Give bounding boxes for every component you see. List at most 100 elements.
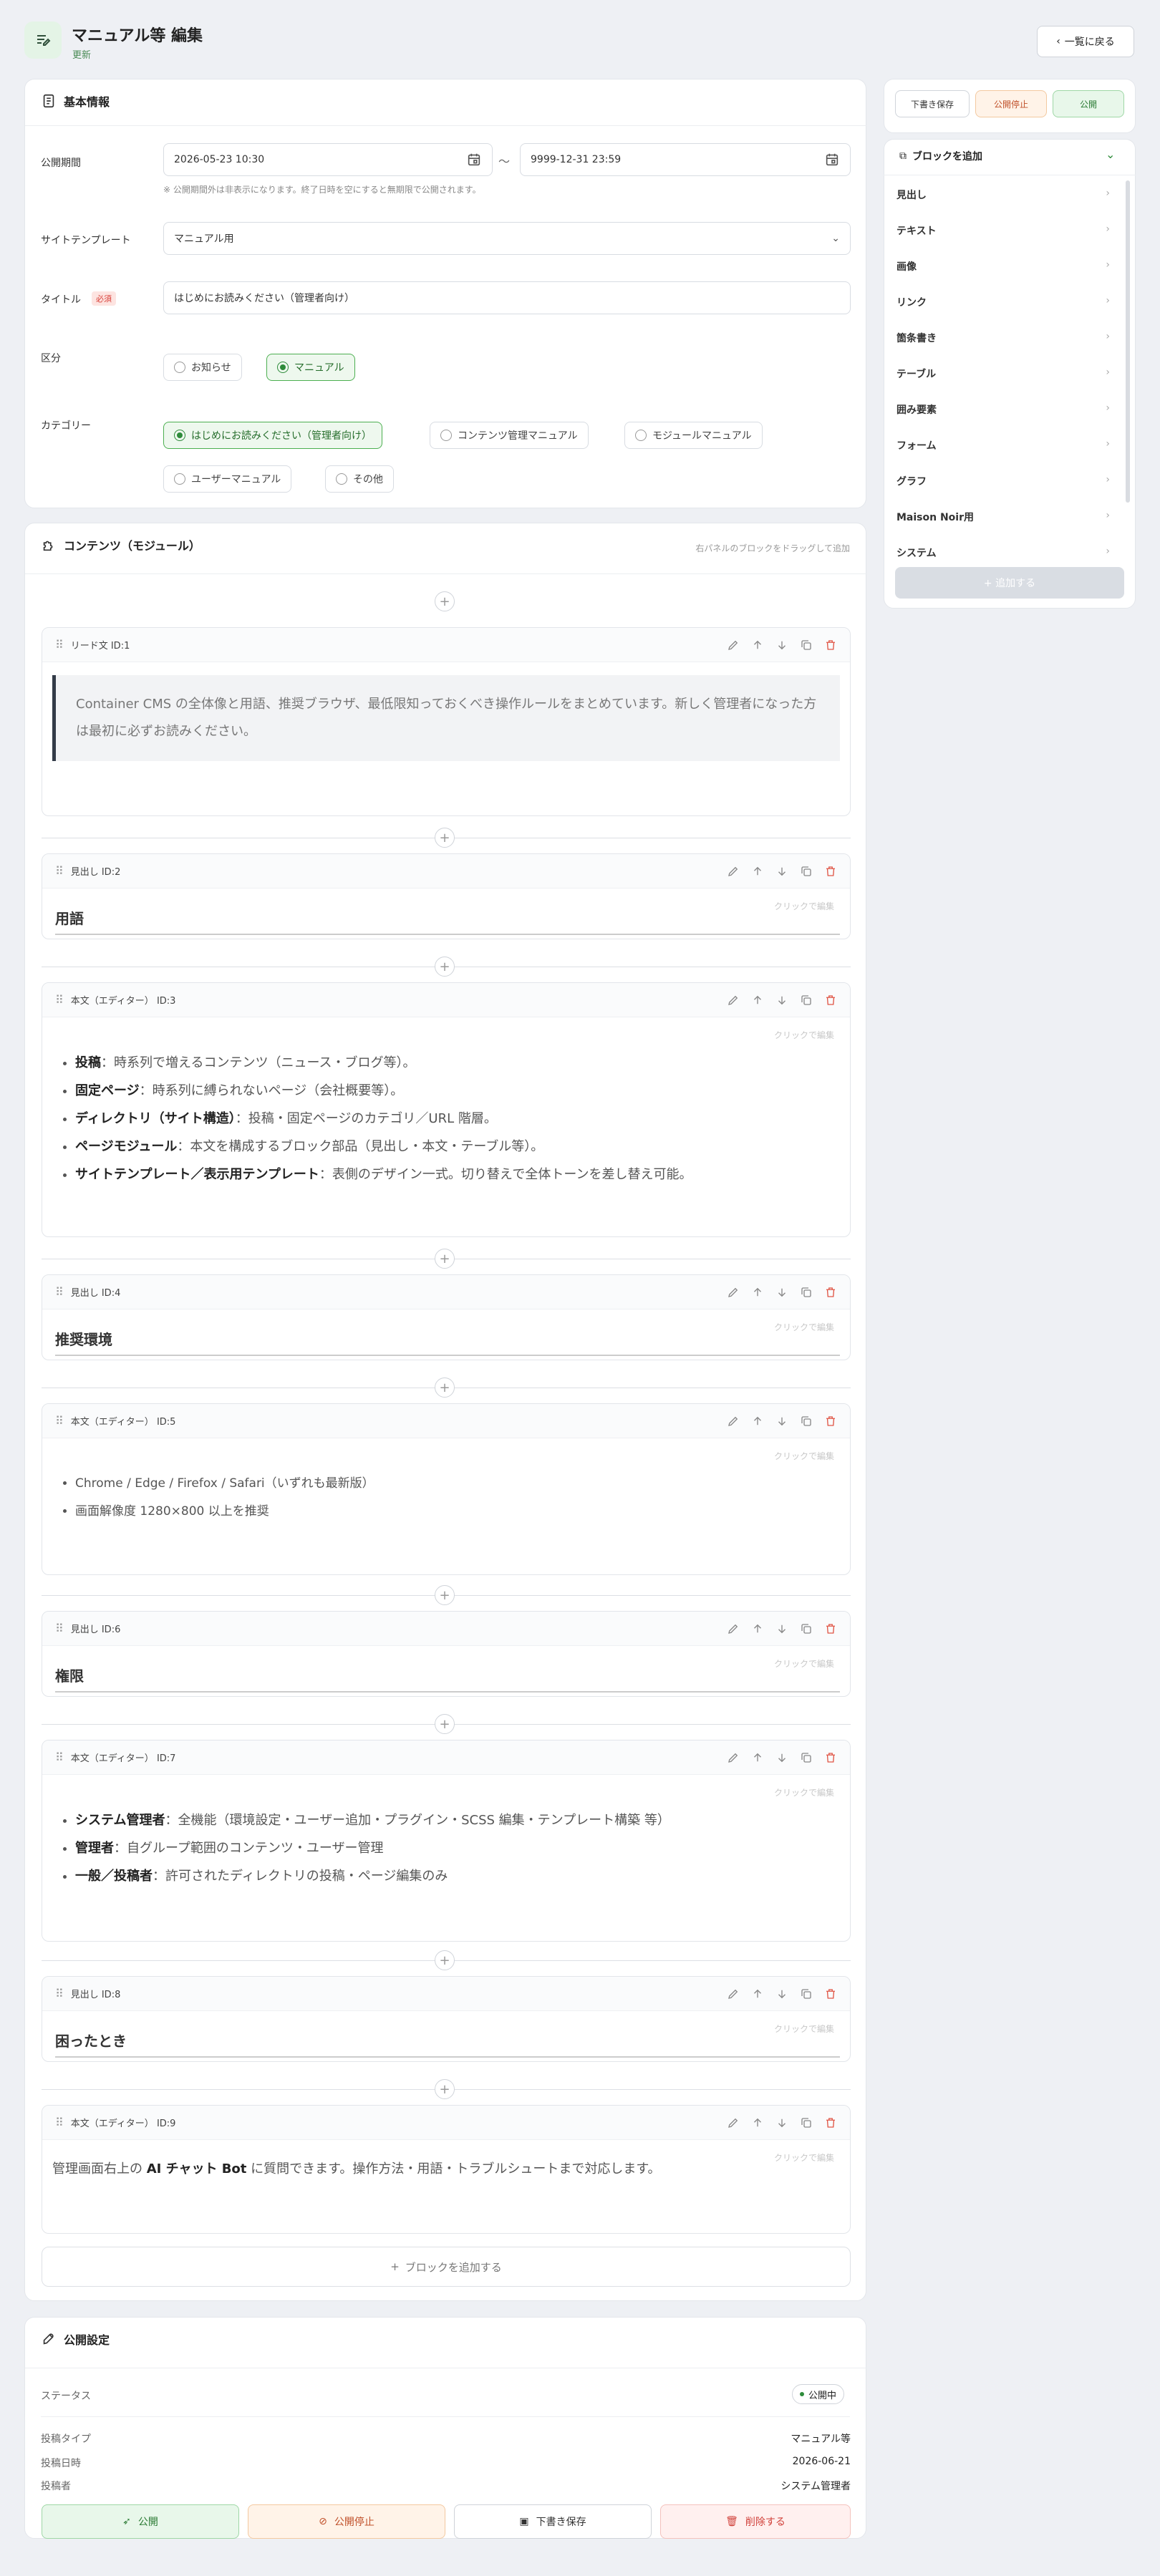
drag-handle-icon[interactable]: ⠿ xyxy=(55,1751,64,1764)
side-publish-button[interactable]: 公開 xyxy=(1053,90,1124,117)
edit-icon[interactable] xyxy=(727,1987,740,2000)
arrow-down-icon[interactable] xyxy=(775,2116,788,2129)
period-end-input[interactable]: 9999-12-31 23:59 xyxy=(520,143,851,176)
arrow-down-icon[interactable] xyxy=(775,1987,788,2000)
unpublish-button[interactable]: ⊘ 公開停止 xyxy=(248,2504,445,2539)
kubun-radio-manual[interactable]: マニュアル xyxy=(266,354,355,381)
drag-handle-icon[interactable]: ⠿ xyxy=(55,1622,64,1635)
side-item-list[interactable]: 箇条書き › xyxy=(896,331,1110,345)
edit-icon[interactable] xyxy=(727,1415,740,1428)
drag-handle-icon[interactable]: ⠿ xyxy=(55,864,64,878)
category-radio-3[interactable]: モジュールマニュアル xyxy=(624,422,763,449)
content-block-7[interactable]: ⠿本文（エディター） ID:7 クリックで編集 システム管理者：全機能（環境設定… xyxy=(42,1740,851,1942)
side-item-link[interactable]: リンク › xyxy=(896,295,1110,309)
drag-handle-icon[interactable]: ⠿ xyxy=(55,993,64,1007)
kubun-radio-news[interactable]: お知らせ xyxy=(163,354,242,381)
copy-icon[interactable] xyxy=(800,1751,813,1764)
side-item-maison-noir[interactable]: Maison Noir用 › xyxy=(896,510,1110,524)
trash-icon[interactable] xyxy=(824,1751,837,1764)
side-unpublish-button[interactable]: 公開停止 xyxy=(975,90,1047,117)
trash-icon[interactable] xyxy=(824,1987,837,2000)
side-add-button[interactable]: + 追加する xyxy=(895,567,1124,599)
arrow-down-icon[interactable] xyxy=(775,865,788,878)
trash-icon[interactable] xyxy=(824,865,837,878)
side-item-image[interactable]: 画像 › xyxy=(896,259,1110,273)
drag-handle-icon[interactable]: ⠿ xyxy=(55,2116,64,2129)
trash-icon[interactable] xyxy=(824,2116,837,2129)
copy-icon[interactable] xyxy=(800,865,813,878)
copy-icon[interactable] xyxy=(800,994,813,1007)
insert-block-icon[interactable]: + xyxy=(435,957,455,977)
arrow-down-icon[interactable] xyxy=(775,994,788,1007)
edit-icon[interactable] xyxy=(727,639,740,652)
copy-icon[interactable] xyxy=(800,1622,813,1635)
arrow-up-icon[interactable] xyxy=(751,1751,764,1764)
arrow-up-icon[interactable] xyxy=(751,865,764,878)
side-item-table[interactable]: テーブル › xyxy=(896,367,1110,381)
category-radio-1[interactable]: はじめにお読みください（管理者向け） xyxy=(163,422,382,449)
template-select[interactable]: マニュアル用 ⌄ xyxy=(163,222,851,255)
arrow-down-icon[interactable] xyxy=(775,639,788,652)
arrow-down-icon[interactable] xyxy=(775,1622,788,1635)
draft-save-button[interactable]: ▣ 下書き保存 xyxy=(454,2504,652,2539)
arrow-down-icon[interactable] xyxy=(775,1751,788,1764)
content-block-4[interactable]: ⠿ 見出し ID:4 クリックで編集 推奨環境 xyxy=(42,1274,851,1360)
drag-handle-icon[interactable]: ⠿ xyxy=(55,1987,64,2000)
arrow-down-icon[interactable] xyxy=(775,1286,788,1299)
side-item-text[interactable]: テキスト › xyxy=(896,223,1110,238)
delete-button[interactable]: 🗑 削除する xyxy=(660,2504,851,2539)
trash-icon[interactable] xyxy=(824,1286,837,1299)
content-block-6[interactable]: ⠿ 見出し ID:6 クリックで編集 権限 xyxy=(42,1611,851,1697)
insert-block-icon[interactable]: + xyxy=(435,1585,455,1605)
title-input[interactable]: はじめにお読みください（管理者向け） xyxy=(163,281,851,314)
insert-block-icon[interactable]: + xyxy=(435,1950,455,1970)
edit-icon[interactable] xyxy=(727,1751,740,1764)
side-draft-button[interactable]: 下書き保存 xyxy=(895,90,970,117)
edit-icon[interactable] xyxy=(727,994,740,1007)
content-block-2[interactable]: ⠿ 見出し ID:2 クリックで編集 用語 xyxy=(42,853,851,939)
insert-block-icon[interactable]: + xyxy=(435,1249,455,1269)
insert-block-icon[interactable]: + xyxy=(435,828,455,848)
insert-block-icon[interactable]: + xyxy=(435,591,455,611)
side-item-heading[interactable]: 見出し › xyxy=(896,188,1110,202)
category-radio-4[interactable]: ユーザーマニュアル xyxy=(163,465,292,493)
edit-icon[interactable] xyxy=(727,1622,740,1635)
content-block-9[interactable]: ⠿ 本文（エディター） ID:9 クリックで編集 管理画面右上の AI チャット … xyxy=(42,2105,851,2234)
edit-icon[interactable] xyxy=(727,1286,740,1299)
insert-block-icon[interactable]: + xyxy=(435,1377,455,1398)
scrollbar[interactable] xyxy=(1126,180,1130,503)
copy-icon[interactable] xyxy=(800,2116,813,2129)
arrow-up-icon[interactable] xyxy=(751,1622,764,1635)
publish-button[interactable]: ➶ 公開 xyxy=(42,2504,239,2539)
side-item-box[interactable]: 囲み要素 › xyxy=(896,402,1110,417)
trash-icon[interactable] xyxy=(824,994,837,1007)
drag-handle-icon[interactable]: ⠿ xyxy=(55,638,64,652)
arrow-up-icon[interactable] xyxy=(751,639,764,652)
arrow-up-icon[interactable] xyxy=(751,994,764,1007)
side-item-system[interactable]: システム › xyxy=(896,546,1110,560)
content-block-8[interactable]: ⠿ 見出し ID:8 クリックで編集 困ったとき xyxy=(42,1976,851,2062)
side-item-form[interactable]: フォーム › xyxy=(896,438,1110,452)
drag-handle-icon[interactable]: ⠿ xyxy=(55,1285,64,1299)
trash-icon[interactable] xyxy=(824,639,837,652)
copy-icon[interactable] xyxy=(800,1415,813,1428)
add-block-panel-header[interactable]: ⧉ ブロックを追加 xyxy=(899,149,982,163)
content-block-5[interactable]: ⠿本文（エディター） ID:5 クリックで編集 Chrome / Edge / … xyxy=(42,1403,851,1575)
insert-block-icon[interactable]: + xyxy=(435,2079,455,2099)
copy-icon[interactable] xyxy=(800,639,813,652)
arrow-up-icon[interactable] xyxy=(751,2116,764,2129)
content-block-3[interactable]: ⠿本文（エディター） ID:3 クリックで編集 投稿：時系列で増えるコンテンツ（… xyxy=(42,982,851,1237)
chevron-down-icon[interactable]: ⌄ xyxy=(1106,147,1115,161)
category-radio-5[interactable]: その他 xyxy=(325,465,394,493)
arrow-up-icon[interactable] xyxy=(751,1286,764,1299)
edit-icon[interactable] xyxy=(727,865,740,878)
category-radio-2[interactable]: コンテンツ管理マニュアル xyxy=(430,422,589,449)
content-block-1[interactable]: ⠿リード文 ID:1 クリックで編集 Container CMS の全体像と用語… xyxy=(42,627,851,816)
arrow-down-icon[interactable] xyxy=(775,1415,788,1428)
trash-icon[interactable] xyxy=(824,1622,837,1635)
period-start-input[interactable]: 2026-05-23 10:30 xyxy=(163,143,493,176)
calendar-icon[interactable] xyxy=(466,152,482,168)
copy-icon[interactable] xyxy=(800,1286,813,1299)
add-block-button[interactable]: + ブロックを追加する xyxy=(42,2247,851,2287)
arrow-up-icon[interactable] xyxy=(751,1987,764,2000)
